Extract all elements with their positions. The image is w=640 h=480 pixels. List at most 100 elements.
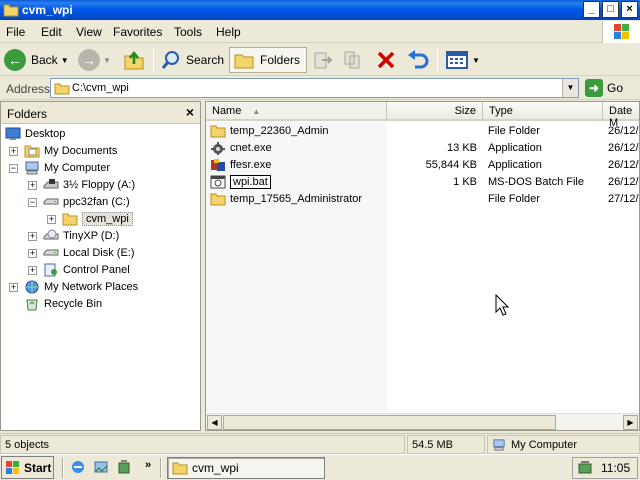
quick-launch-tool-icon[interactable] — [116, 459, 132, 475]
views-icon — [446, 51, 468, 69]
status-objects: 5 objects — [0, 435, 405, 454]
address-bar: Address C:\cvm_wpi ▼ ➜ Go — [0, 77, 640, 100]
move-to-button[interactable] — [312, 47, 334, 73]
address-dropdown-icon[interactable]: ▼ — [562, 79, 578, 97]
undo-icon — [408, 50, 429, 69]
menu-edit[interactable]: Edit — [41, 25, 62, 39]
views-button[interactable]: ▼ — [445, 47, 480, 73]
menu-file[interactable]: File — [6, 25, 25, 39]
expand-cvm-wpi-icon[interactable]: + — [47, 215, 56, 224]
folders-pane-title: Folders — [7, 107, 48, 121]
tree-item-floppy[interactable]: 3½ Floppy (A:) — [43, 177, 135, 193]
expand-control-panel-icon[interactable]: + — [28, 266, 37, 275]
back-label: Back — [31, 53, 58, 67]
scroll-thumb[interactable] — [223, 415, 556, 430]
tree-item-my-documents[interactable]: My Documents — [24, 143, 117, 159]
expand-floppy-icon[interactable]: + — [28, 181, 37, 190]
file-row[interactable]: wpi.bat 1 KB MS-DOS Batch File 26/12/ — [206, 174, 639, 191]
undo-button[interactable] — [406, 47, 430, 73]
views-dropdown-icon[interactable]: ▼ — [472, 56, 480, 65]
folder-icon — [172, 462, 188, 475]
application-icon — [211, 142, 225, 155]
start-label: Start — [24, 460, 52, 475]
maximize-button[interactable]: □ — [602, 1, 619, 18]
go-button[interactable]: ➜ Go — [585, 79, 623, 97]
expand-network-icon[interactable]: + — [9, 283, 18, 292]
tree-item-my-network-places[interactable]: My Network Places — [24, 279, 138, 295]
control-panel-icon — [44, 263, 57, 277]
mouse-cursor-icon — [495, 294, 509, 316]
close-button[interactable]: × — [621, 1, 638, 18]
tree-item-drive-e[interactable]: Local Disk (E:) — [43, 245, 135, 261]
back-button[interactable]: ← Back ▼ — [4, 47, 69, 73]
taskbar-button-cvm-wpi[interactable]: cvm_wpi — [167, 457, 325, 479]
clock[interactable]: 11:05 — [601, 461, 630, 475]
column-date[interactable]: Date M — [603, 102, 639, 129]
windows-flag-icon — [6, 460, 19, 474]
status-location: My Computer — [487, 435, 640, 454]
show-desktop-icon[interactable] — [93, 459, 109, 475]
collapse-drive-c-icon[interactable]: − — [28, 198, 37, 207]
back-dropdown-icon[interactable]: ▼ — [61, 56, 69, 65]
address-input[interactable]: C:\cvm_wpi ▼ — [50, 78, 579, 98]
tree-item-recycle-bin[interactable]: Recycle Bin — [24, 296, 102, 312]
folders-button[interactable]: Folders — [229, 47, 308, 73]
scroll-right-icon[interactable]: ▶ — [623, 415, 638, 430]
tray-app-icon[interactable] — [577, 460, 593, 476]
back-arrow-icon: ← — [4, 49, 26, 71]
my-documents-icon — [24, 145, 40, 158]
copy-to-icon — [344, 51, 360, 69]
folders-label: Folders — [260, 53, 301, 67]
horizontal-scrollbar[interactable]: ◀ ▶ — [206, 413, 639, 430]
open-folder-icon — [62, 213, 78, 226]
tree-item-my-computer[interactable]: My Computer — [24, 160, 110, 176]
forward-dropdown-icon[interactable]: ▼ — [103, 56, 111, 65]
delete-icon — [377, 51, 395, 69]
file-row[interactable]: ffesr.exe 55,844 KB Application 26/12/ — [206, 157, 639, 174]
system-tray: 11:05 — [572, 457, 638, 479]
menu-favorites[interactable]: Favorites — [113, 25, 162, 39]
minimize-button[interactable]: _ — [583, 1, 600, 18]
folder-icon — [210, 193, 226, 206]
search-button[interactable]: Search — [160, 47, 224, 73]
batch-file-icon — [210, 175, 226, 189]
file-row[interactable]: temp_22360_Admin File Folder 26/12/ — [206, 123, 639, 140]
my-computer-icon — [493, 438, 505, 451]
title-bar[interactable]: cvm_wpi _ □ × — [0, 0, 640, 20]
tree-item-drive-c[interactable]: ppc32fan (C:) — [43, 194, 130, 210]
folder-icon — [3, 4, 19, 17]
start-button[interactable]: Start — [1, 456, 54, 479]
address-label: Address — [6, 82, 51, 96]
internet-explorer-icon[interactable] — [70, 459, 86, 475]
tree-item-desktop[interactable]: Desktop — [5, 126, 65, 142]
tree-item-drive-d[interactable]: TinyXP (D:) — [43, 228, 119, 244]
explorer-window: cvm_wpi _ □ × File Edit View Favorites T… — [0, 0, 640, 454]
column-type[interactable]: Type — [483, 102, 603, 121]
expand-drive-e-icon[interactable]: + — [28, 249, 37, 258]
delete-button[interactable] — [375, 47, 397, 73]
forward-button[interactable]: → ▼ — [78, 47, 111, 73]
folders-pane-header: Folders × — [1, 102, 200, 124]
folder-icon — [210, 125, 226, 138]
floppy-drive-icon — [43, 179, 59, 189]
file-row[interactable]: cnet.exe 13 KB Application 26/12/ — [206, 140, 639, 157]
recycle-bin-icon — [26, 299, 38, 311]
move-to-icon — [314, 52, 333, 69]
collapse-my-computer-icon[interactable]: − — [9, 164, 18, 173]
copy-to-button[interactable] — [342, 47, 364, 73]
close-pane-icon[interactable]: × — [186, 104, 194, 120]
menu-view[interactable]: View — [76, 25, 102, 39]
menu-help[interactable]: Help — [216, 25, 241, 39]
address-value: C:\cvm_wpi — [72, 82, 129, 94]
expand-drive-d-icon[interactable]: + — [28, 232, 37, 241]
tree-item-control-panel[interactable]: Control Panel — [43, 262, 130, 278]
expand-my-documents-icon[interactable]: + — [9, 147, 18, 156]
scroll-left-icon[interactable]: ◀ — [207, 415, 222, 430]
menu-tools[interactable]: Tools — [174, 25, 202, 39]
up-button[interactable] — [123, 47, 145, 73]
more-quick-launch-icon[interactable]: » — [145, 459, 151, 471]
column-size[interactable]: Size — [387, 102, 483, 121]
file-row[interactable]: temp_17565_Administrator File Folder 27/… — [206, 191, 639, 208]
tree-item-cvm-wpi[interactable]: cvm_wpi — [62, 211, 133, 227]
column-name[interactable]: Name ▲ — [206, 102, 387, 121]
